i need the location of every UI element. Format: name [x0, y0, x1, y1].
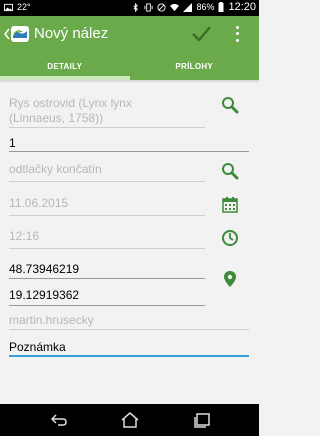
longitude-value: 19.12919362: [9, 288, 80, 302]
location-pin-icon[interactable]: [221, 270, 239, 288]
clock: 12:20: [228, 1, 256, 13]
navigation-bar: [0, 404, 259, 436]
user-text: martin.hrusecky: [9, 313, 94, 327]
species-search-icon[interactable]: [221, 96, 239, 114]
image-notification-icon: [4, 3, 13, 11]
bluetooth-icon: [133, 2, 139, 12]
action-bar: Nový nález: [0, 16, 259, 52]
latitude-field[interactable]: 48.73946219: [9, 262, 205, 279]
temperature-text: 22°: [17, 2, 31, 12]
note-placeholder: Poznámka: [9, 340, 66, 354]
evidence-search-icon[interactable]: [221, 162, 239, 180]
status-bar: 22° 86% 12:20: [0, 0, 259, 16]
tab-prilohy[interactable]: PRÍLOHY: [130, 52, 260, 80]
longitude-field[interactable]: 19.12919362: [9, 288, 205, 306]
signal-icon: [183, 2, 193, 12]
overflow-menu-icon[interactable]: [230, 24, 244, 44]
time-text: 12:16: [9, 229, 40, 243]
count-field[interactable]: 1: [9, 136, 249, 152]
screen-title: Nový nález: [34, 25, 109, 42]
calendar-icon[interactable]: [221, 196, 239, 214]
battery-percent: 86%: [196, 2, 215, 12]
note-field[interactable]: Poznámka: [9, 340, 249, 357]
save-checkmark-icon[interactable]: [190, 23, 212, 45]
battery-icon: [218, 2, 224, 12]
evidence-text: odtlačky končatín: [9, 162, 102, 176]
species-text: Rys ostrovid (Lynx lynx (Linnaeus, 1758)…: [9, 96, 132, 125]
recent-apps-icon[interactable]: [192, 411, 212, 429]
clock-icon[interactable]: [221, 229, 239, 247]
species-field[interactable]: Rys ostrovid (Lynx lynx (Linnaeus, 1758)…: [9, 96, 205, 128]
tab-bar: DETAILY PRÍLOHY: [0, 52, 259, 80]
vibrate-icon: [144, 2, 154, 12]
no-sim-icon: [157, 2, 167, 12]
app-logo-icon[interactable]: [4, 25, 30, 43]
back-icon[interactable]: [49, 411, 69, 429]
user-field[interactable]: martin.hrusecky: [9, 313, 249, 330]
wifi-icon: [170, 3, 180, 11]
home-icon[interactable]: [120, 411, 140, 429]
tab-detaily[interactable]: DETAILY: [0, 52, 130, 80]
count-value: 1: [9, 136, 16, 150]
tabs-shadow: [0, 80, 259, 83]
time-field[interactable]: 12:16: [9, 229, 205, 249]
date-field[interactable]: 11.06.2015: [9, 196, 205, 216]
date-text: 11.06.2015: [9, 196, 69, 210]
latitude-value: 48.73946219: [9, 262, 80, 276]
evidence-field[interactable]: odtlačky končatín: [9, 162, 205, 182]
